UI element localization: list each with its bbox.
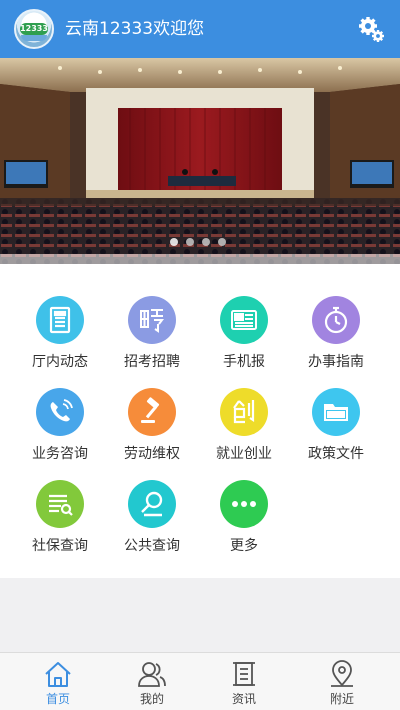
- nav-label: 附近: [329, 692, 354, 706]
- chuang-icon: [220, 388, 268, 436]
- list-search-icon: [36, 480, 84, 528]
- grid-item-public-query[interactable]: 公共查询: [106, 480, 198, 572]
- grid-item-guide[interactable]: 办事指南: [290, 296, 382, 388]
- grid-item-label: 公共查询: [124, 538, 180, 554]
- gavel-icon: [128, 388, 176, 436]
- nav-label: 资讯: [231, 692, 256, 706]
- grid-item-label: 办事指南: [308, 354, 364, 370]
- grid-item-label: 招考招聘: [124, 354, 180, 370]
- logo-swoosh: [21, 35, 47, 41]
- newspaper-icon: [220, 296, 268, 344]
- nav-item-home[interactable]: 首页: [12, 653, 104, 710]
- function-grid: 厅内动态 招考招聘 手机报 办事指南 业务咨询 劳动维权 就业创业 政策文件 社…: [0, 264, 400, 578]
- carousel-dot[interactable]: [218, 238, 226, 246]
- nav-item-info[interactable]: 资讯: [198, 653, 290, 710]
- grid-item-consult[interactable]: 业务咨询: [14, 388, 106, 480]
- grid-item-label: 就业创业: [216, 446, 272, 462]
- grid-item-employment[interactable]: 就业创业: [198, 388, 290, 480]
- grid-item-label: 厅内动态: [32, 354, 88, 370]
- nav-label: 我的: [139, 692, 164, 706]
- app-logo: 12333: [14, 9, 54, 49]
- grid-item-label: 业务咨询: [32, 446, 88, 462]
- scroll-icon: [233, 662, 255, 686]
- magnifier-icon: [128, 480, 176, 528]
- grid-item-label: 劳动维权: [124, 446, 180, 462]
- nav-item-mine[interactable]: 我的: [106, 653, 198, 710]
- grid-item-recruit[interactable]: 招考招聘: [106, 296, 198, 388]
- users-icon: [138, 662, 166, 687]
- page-title: 云南12333欢迎您: [65, 19, 205, 39]
- empty-area: [0, 578, 400, 652]
- more-dots-icon: [220, 480, 268, 528]
- carousel-dot[interactable]: [186, 238, 194, 246]
- banner-image: [0, 58, 400, 264]
- grid-item-label: 手机报: [223, 354, 265, 370]
- grid-item-label: 政策文件: [308, 446, 364, 462]
- carousel-indicator[interactable]: [170, 238, 230, 248]
- location-pin-icon: [331, 660, 353, 687]
- grid-item-label: 社保查询: [32, 538, 88, 554]
- carousel-dot[interactable]: [202, 238, 210, 246]
- banner-carousel[interactable]: [0, 58, 400, 264]
- nav-item-nearby[interactable]: 附近: [296, 653, 388, 710]
- app-screen: 12333 云南12333欢迎您 厅内动态 招考招聘 手机报 办事指南 业务咨询…: [0, 0, 400, 710]
- stopwatch-icon: [312, 296, 360, 344]
- hire-icon: [128, 296, 176, 344]
- app-header: 12333 云南12333欢迎您: [0, 0, 400, 58]
- document-icon: [36, 296, 84, 344]
- phone-icon: [36, 388, 84, 436]
- grid-item-policy[interactable]: 政策文件: [290, 388, 382, 480]
- grid-item-news[interactable]: 厅内动态: [14, 296, 106, 388]
- home-icon: [45, 662, 71, 687]
- nav-label: 首页: [45, 692, 70, 706]
- logo-badge: 12333: [20, 23, 48, 35]
- grid-item-labor-rights[interactable]: 劳动维权: [106, 388, 198, 480]
- grid-item-mobile-paper[interactable]: 手机报: [198, 296, 290, 388]
- carousel-dot[interactable]: [170, 238, 178, 246]
- grid-item-social-insurance[interactable]: 社保查询: [14, 480, 106, 572]
- bottom-nav: 首页 我的 资讯 附近: [0, 652, 400, 710]
- folder-icon: [312, 388, 360, 436]
- grid-item-more[interactable]: 更多: [198, 480, 290, 572]
- gear-icon[interactable]: [358, 16, 384, 42]
- grid-item-label: 更多: [230, 538, 258, 554]
